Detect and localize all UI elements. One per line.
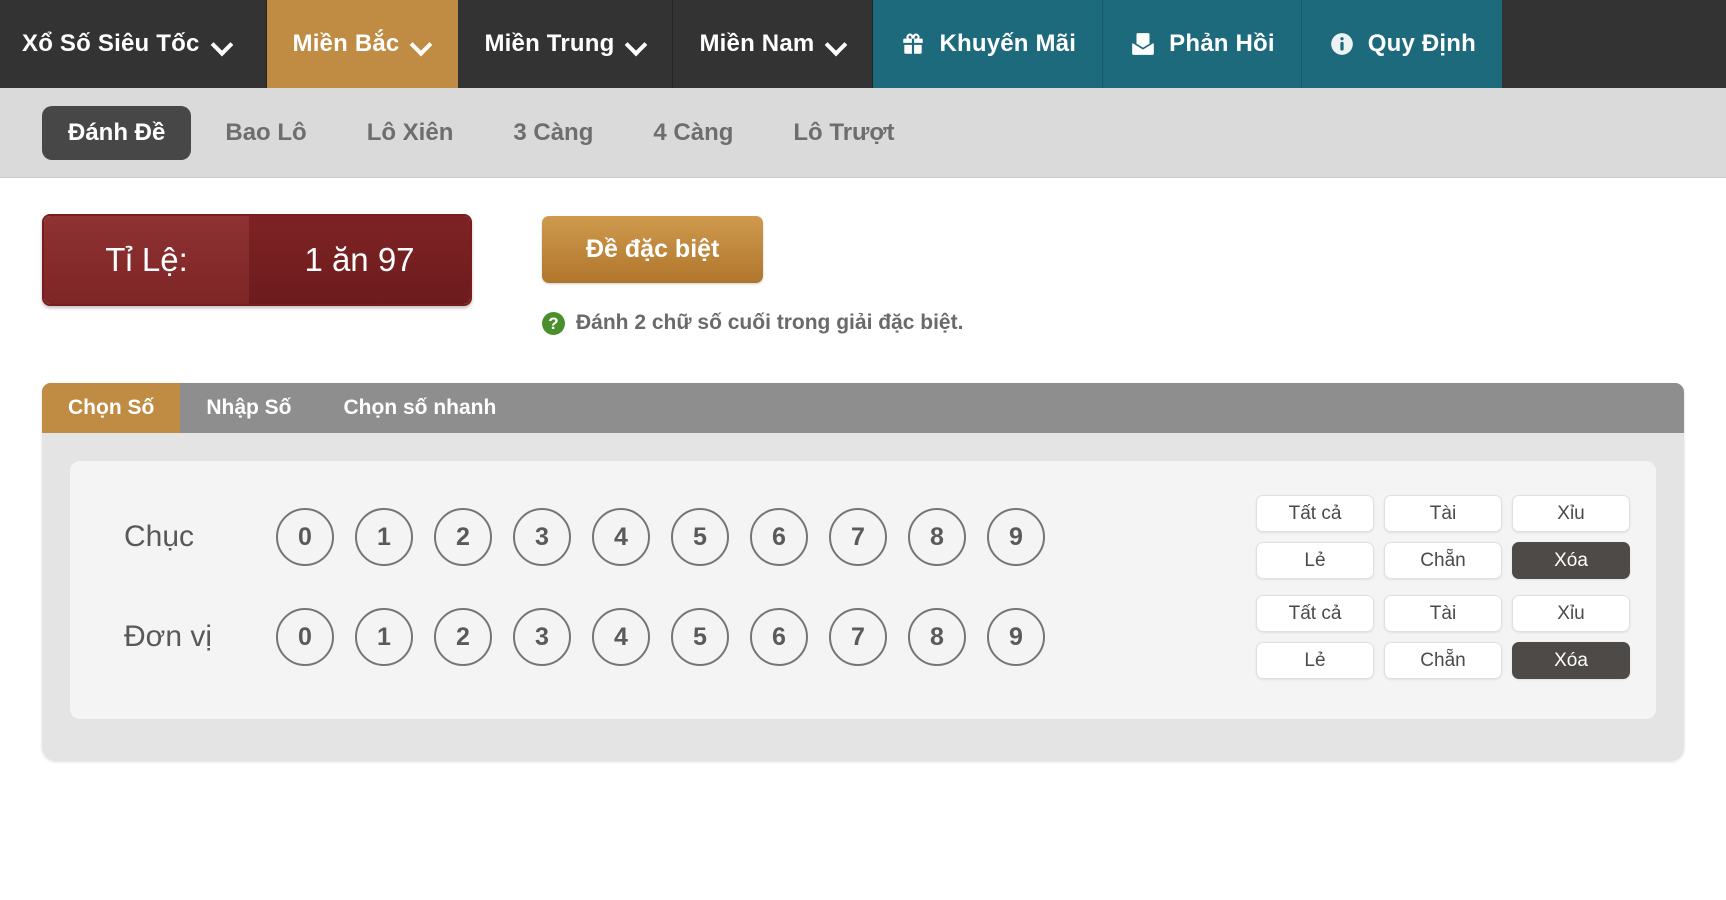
main-content: Tỉ Lệ: 1 ăn 97 Đề đặc biệt ? Đánh 2 chữ …: [0, 178, 1726, 900]
digit-button-5[interactable]: 5: [671, 508, 729, 566]
nav-item-mien-nam[interactable]: Miền Nam: [673, 0, 874, 88]
nav-item-mien-trung[interactable]: Miền Trung: [458, 0, 674, 88]
nav-item-label: Miền Nam: [699, 30, 815, 57]
selection-tab-chon-so-nhanh[interactable]: Chọn số nhanh: [318, 383, 523, 433]
quick-button-xoa[interactable]: Xóa: [1512, 542, 1630, 579]
digit-button-9[interactable]: 9: [987, 608, 1045, 666]
digit-circle-group: 0123456789: [276, 608, 1230, 666]
tab-bao-lo[interactable]: Bao Lô: [199, 106, 332, 160]
quick-select-group: Tất cả Tài Xỉu Lẻ Chẵn Xóa: [1256, 495, 1630, 579]
nav-item-label: Khuyến Mãi: [939, 30, 1077, 57]
quick-button-xiu[interactable]: Xỉu: [1512, 595, 1630, 632]
digit-circle-group: 0123456789: [276, 508, 1230, 566]
game-type-tab-bar: Đánh Đề Bao Lô Lô Xiên 3 Càng 4 Càng Lô Trượt: [0, 88, 1726, 178]
selection-tab-nhap-so[interactable]: Nhập Số: [180, 383, 317, 433]
tab-danh-de[interactable]: Đánh Đề: [42, 105, 192, 160]
quick-button-tai[interactable]: Tài: [1384, 595, 1502, 632]
digit-button-0[interactable]: 0: [276, 608, 334, 666]
nav-item-quy-dinh[interactable]: Quy Định: [1301, 0, 1502, 88]
payout-ratio-box: Tỉ Lệ: 1 ăn 97: [42, 214, 472, 306]
tab-lo-truot[interactable]: Lô Trượt: [767, 106, 920, 160]
info-circle-icon: [1328, 30, 1356, 58]
bet-hint-text: Đánh 2 chữ số cuối trong giải đặc biệt.: [576, 311, 964, 334]
quick-button-le[interactable]: Lẻ: [1256, 542, 1374, 579]
digit-button-6[interactable]: 6: [750, 508, 808, 566]
chevron-down-icon: [411, 34, 431, 54]
quick-button-chan[interactable]: Chẵn: [1384, 542, 1502, 579]
selection-mode-tab-bar: Chọn Số Nhập Số Chọn số nhanh: [42, 383, 1684, 433]
gift-icon: [899, 30, 927, 58]
chevron-down-icon: [626, 34, 646, 54]
quick-button-tat-ca[interactable]: Tất cả: [1256, 595, 1374, 632]
nav-item-label: Miền Trung: [484, 30, 615, 57]
payout-ratio-value: 1 ăn 97: [249, 216, 470, 304]
bet-hint: ? Đánh 2 chữ số cuối trong giải đặc biệt…: [542, 311, 963, 335]
digit-row-label: Đơn vị: [124, 620, 213, 653]
top-navigation-bar: Xổ Số Siêu Tốc Miền Bắc Miền Trung Miền Nam…: [0, 0, 1726, 88]
rate-and-actions-row: Tỉ Lệ: 1 ăn 97 Đề đặc biệt ? Đánh 2 chữ …: [42, 178, 1684, 335]
quick-button-tat-ca[interactable]: Tất cả: [1256, 495, 1374, 532]
digit-button-2[interactable]: 2: [434, 608, 492, 666]
quick-button-chan[interactable]: Chẵn: [1384, 642, 1502, 679]
tab-3-cang[interactable]: 3 Càng: [487, 106, 619, 160]
digit-button-8[interactable]: 8: [908, 508, 966, 566]
tab-4-cang[interactable]: 4 Càng: [627, 106, 759, 160]
nav-item-label: Phản Hồi: [1169, 30, 1275, 57]
nav-item-label: Quy Định: [1367, 30, 1476, 57]
special-prize-button[interactable]: Đề đặc biệt: [542, 216, 764, 283]
question-mark-icon: ?: [542, 311, 565, 335]
payout-ratio-label: Tỉ Lệ:: [44, 216, 249, 304]
quick-button-le[interactable]: Lẻ: [1256, 642, 1374, 679]
feedback-envelope-icon: [1129, 30, 1157, 58]
quick-button-xiu[interactable]: Xỉu: [1512, 495, 1630, 532]
digit-button-1[interactable]: 1: [355, 508, 413, 566]
digit-button-9[interactable]: 9: [987, 508, 1045, 566]
number-selection-panel: Chọn Số Nhập Số Chọn số nhanh Chục 0 1 2 3 4 5 6 7…: [42, 383, 1684, 761]
nav-item-label: Miền Bắc: [292, 30, 400, 57]
digit-row-chuc: Chục 0 1 2 3 4 5 6 7 8 9 Tất cả Tài Xỉu Lẻ Chẵn Xóa: [96, 495, 1630, 579]
digit-button-0[interactable]: 0: [276, 508, 334, 566]
quick-button-xoa[interactable]: Xóa: [1512, 642, 1630, 679]
nav-item-khuyen-mai[interactable]: Khuyến Mãi: [873, 0, 1104, 88]
digit-button-4[interactable]: 4: [592, 608, 650, 666]
number-selection-area: Chục 0 1 2 3 4 5 6 7 8 9 Tất cả Tài Xỉu Lẻ Chẵn Xóa Đơn v…: [70, 461, 1656, 719]
digit-button-4[interactable]: 4: [592, 508, 650, 566]
digit-row-don-vi: Đơn vị 0 1 2 3 4 5 6 7 8 9 Tất cả Tài Xỉu Lẻ Chẵn Xóa: [96, 595, 1630, 679]
nav-item-phan-hoi[interactable]: Phản Hồi: [1103, 0, 1302, 88]
nav-item-label: Xổ Số Siêu Tốc: [22, 30, 200, 57]
bet-mode-actions: Đề đặc biệt ? Đánh 2 chữ số cuối trong g…: [542, 214, 963, 335]
nav-item-xo-so-sieu-toc[interactable]: Xổ Số Siêu Tốc: [0, 0, 267, 88]
chevron-down-icon: [826, 34, 846, 54]
digit-button-3[interactable]: 3: [513, 608, 571, 666]
digit-button-3[interactable]: 3: [513, 508, 571, 566]
selection-tab-chon-so[interactable]: Chọn Số: [42, 383, 181, 433]
nav-item-mien-bac[interactable]: Miền Bắc: [266, 0, 459, 88]
tab-lo-xien[interactable]: Lô Xiên: [341, 106, 480, 160]
quick-select-group: Tất cả Tài Xỉu Lẻ Chẵn Xóa: [1256, 595, 1630, 679]
digit-button-7[interactable]: 7: [829, 608, 887, 666]
digit-button-6[interactable]: 6: [750, 608, 808, 666]
digit-button-1[interactable]: 1: [355, 608, 413, 666]
digit-button-7[interactable]: 7: [829, 508, 887, 566]
digit-button-8[interactable]: 8: [908, 608, 966, 666]
digit-button-5[interactable]: 5: [671, 608, 729, 666]
chevron-down-icon: [212, 34, 232, 54]
quick-button-tai[interactable]: Tài: [1384, 495, 1502, 532]
digit-row-label: Chục: [124, 520, 195, 553]
digit-button-2[interactable]: 2: [434, 508, 492, 566]
